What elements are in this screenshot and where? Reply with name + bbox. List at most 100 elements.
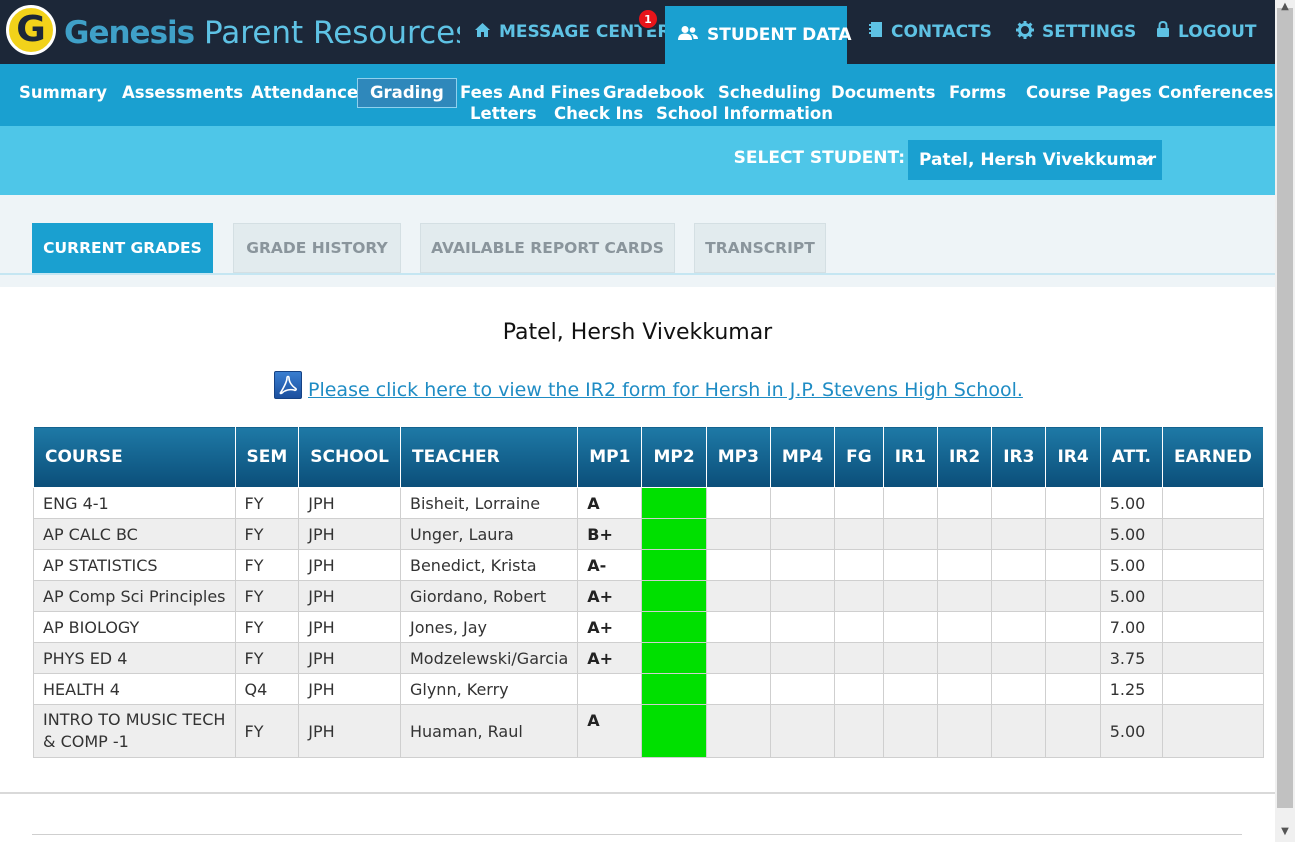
mp2-grade-cell[interactable]: [641, 518, 707, 550]
ir1-cell: [882, 642, 938, 674]
col-fg[interactable]: FG: [834, 426, 884, 488]
scroll-up-icon[interactable]: ▲: [1279, 1, 1291, 12]
tab-transcript[interactable]: TRANSCRIPT: [694, 223, 826, 273]
scroll-down-icon[interactable]: ▼: [1279, 826, 1291, 837]
col-ir1[interactable]: IR1: [882, 426, 938, 488]
tab-available-report-cards[interactable]: AVAILABLE REPORT CARDS: [420, 223, 675, 273]
subnav-check-ins[interactable]: Check Ins: [554, 103, 643, 125]
col-mp2[interactable]: MP2: [641, 426, 707, 488]
student-select[interactable]: Patel, Hersh Vivekkumar: [908, 140, 1162, 180]
mp1-grade-cell[interactable]: A+: [577, 611, 643, 643]
mp2-grade-cell[interactable]: [641, 704, 707, 758]
fg-cell: [834, 580, 884, 612]
sem-cell: Q4: [234, 673, 300, 705]
subnav-conferences[interactable]: Conferences: [1158, 82, 1273, 104]
mp1-grade-cell[interactable]: A-: [577, 549, 643, 581]
nav-contacts[interactable]: CONTACTS: [869, 0, 992, 64]
table-row[interactable]: PHYS ED 4 FY JPH Modzelewski/Garcia A+ 3…: [33, 642, 1264, 674]
scrollbar-thumb[interactable]: [1277, 8, 1293, 808]
mp3-grade-cell: [705, 580, 771, 612]
mp1-grade-cell[interactable]: A: [577, 704, 643, 758]
att-cell: 5.00: [1099, 518, 1164, 550]
subnav-documents[interactable]: Documents: [831, 82, 935, 104]
table-row[interactable]: AP Comp Sci Principles FY JPH Giordano, …: [33, 580, 1264, 612]
subnav-school-information[interactable]: School Information: [656, 103, 833, 125]
mp1-grade-cell[interactable]: A+: [577, 642, 643, 674]
subnav-fees-and-fines[interactable]: Fees And Fines: [460, 82, 600, 104]
table-row[interactable]: AP CALC BC FY JPH Unger, Laura B+ 5.00: [33, 518, 1264, 550]
mp2-grade-cell[interactable]: [641, 549, 707, 581]
col-school[interactable]: SCHOOL: [298, 426, 401, 488]
sem-cell: FY: [234, 704, 300, 758]
nav-logout[interactable]: LOGOUT: [1156, 0, 1256, 64]
genesis-logo[interactable]: G: [6, 5, 56, 55]
table-row[interactable]: AP BIOLOGY FY JPH Jones, Jay A+ 7.00: [33, 611, 1264, 643]
course-cell: HEALTH 4: [33, 673, 236, 705]
lock-icon: [1156, 20, 1170, 43]
fg-cell: [834, 642, 884, 674]
col-mp4[interactable]: MP4: [769, 426, 836, 488]
student-select-value: Patel, Hersh Vivekkumar: [919, 150, 1157, 170]
mp2-grade-cell[interactable]: [641, 673, 707, 705]
ir2-cell: [936, 673, 993, 705]
nav-student-data[interactable]: STUDENT DATA: [665, 6, 852, 64]
table-row[interactable]: HEALTH 4 Q4 JPH Glynn, Kerry 1.25: [33, 673, 1264, 705]
mp4-grade-cell: [769, 580, 836, 612]
tab-grade-history[interactable]: GRADE HISTORY: [233, 223, 401, 273]
subnav-letters[interactable]: Letters: [470, 103, 537, 125]
tab-current-grades[interactable]: CURRENT GRADES: [32, 223, 213, 273]
brand-bold: Genesis: [64, 15, 195, 51]
student-name-heading: Patel, Hersh Vivekkumar: [502, 320, 773, 345]
table-row[interactable]: AP STATISTICS FY JPH Benedict, Krista A-…: [33, 549, 1264, 581]
subnav-scheduling[interactable]: Scheduling: [718, 82, 821, 104]
subnav-forms[interactable]: Forms: [949, 82, 1006, 104]
mp1-grade-cell[interactable]: A: [577, 487, 643, 519]
teacher-cell: Modzelewski/Garcia: [399, 642, 579, 674]
col-ir2[interactable]: IR2: [936, 426, 993, 488]
mp4-grade-cell: [769, 673, 836, 705]
subnav-assessments[interactable]: Assessments: [122, 82, 243, 104]
table-row[interactable]: ENG 4-1 FY JPH Bisheit, Lorraine A 5.00: [33, 487, 1264, 519]
grades-table: COURSE SEM SCHOOL TEACHER MP1 MP2 MP3 MP…: [33, 426, 1264, 758]
att-cell: 3.75: [1099, 642, 1164, 674]
col-earned[interactable]: EARNED: [1162, 426, 1264, 488]
mp1-grade-cell[interactable]: B+: [577, 518, 643, 550]
col-att[interactable]: ATT.: [1099, 426, 1164, 488]
tabs-divider: [0, 273, 1275, 275]
ir2-form-link[interactable]: Please click here to view the IR2 form f…: [308, 379, 1023, 401]
earned-cell: [1162, 487, 1264, 519]
ir3-cell: [991, 611, 1047, 643]
subnav-grading[interactable]: Grading: [357, 78, 457, 108]
ir2-cell: [936, 549, 993, 581]
subnav-attendance[interactable]: Attendance: [251, 82, 358, 104]
table-row[interactable]: INTRO TO MUSIC TECH & COMP -1 FY JPH Hua…: [33, 704, 1264, 758]
col-sem[interactable]: SEM: [234, 426, 300, 488]
mp1-grade-cell[interactable]: A+: [577, 580, 643, 612]
home-icon: [474, 22, 491, 43]
subnav-gradebook[interactable]: Gradebook: [603, 82, 704, 104]
pdf-icon[interactable]: [274, 371, 302, 399]
ir2-cell: [936, 642, 993, 674]
col-ir3[interactable]: IR3: [991, 426, 1047, 488]
att-cell: 1.25: [1099, 673, 1164, 705]
mp2-grade-cell[interactable]: [641, 487, 707, 519]
col-ir4[interactable]: IR4: [1045, 426, 1101, 488]
mp2-grade-cell[interactable]: [641, 580, 707, 612]
mp4-grade-cell: [769, 704, 836, 758]
col-teacher[interactable]: TEACHER: [399, 426, 579, 488]
ir1-cell: [882, 487, 938, 519]
course-cell: AP Comp Sci Principles: [33, 580, 236, 612]
nav-student-data-label: STUDENT DATA: [707, 25, 852, 45]
ir3-cell: [991, 549, 1047, 581]
select-student-bar: SELECT STUDENT: Patel, Hersh Vivekkumar: [0, 126, 1275, 195]
col-course[interactable]: COURSE: [33, 426, 236, 488]
col-mp3[interactable]: MP3: [705, 426, 771, 488]
subnav-summary[interactable]: Summary: [19, 82, 107, 104]
mp1-grade-cell[interactable]: [577, 673, 643, 705]
ir3-cell: [991, 487, 1047, 519]
col-mp1[interactable]: MP1: [577, 426, 643, 488]
nav-settings[interactable]: SETTINGS: [1016, 0, 1136, 64]
mp2-grade-cell[interactable]: [641, 642, 707, 674]
subnav-course-pages[interactable]: Course Pages: [1026, 82, 1152, 104]
mp2-grade-cell[interactable]: [641, 611, 707, 643]
